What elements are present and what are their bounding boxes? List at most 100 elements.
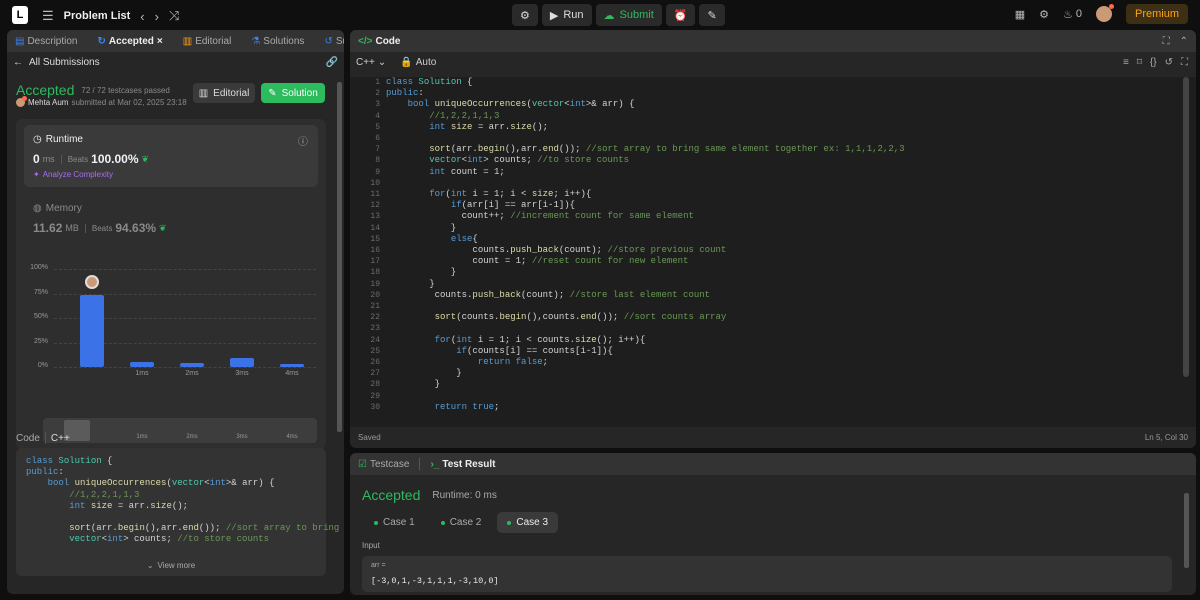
bar[interactable] (280, 364, 304, 367)
chart-range-selector[interactable]: 1ms 2ms 3ms 4ms (43, 418, 317, 443)
left-scrollbar[interactable] (337, 82, 342, 432)
code-line[interactable]: return true; (386, 402, 905, 413)
code-line[interactable]: return false; (386, 357, 905, 368)
debug-button[interactable]: ⚙ (512, 4, 538, 26)
code-line[interactable]: if(counts[i] == counts[i-1]){ (386, 346, 905, 357)
link-icon[interactable]: 🔗 (326, 57, 338, 68)
code-line[interactable]: else{ (386, 234, 905, 245)
language-select[interactable]: C++ ⌄ (356, 57, 386, 68)
tab-test-result[interactable]: ›_ Test Result (430, 459, 495, 470)
code-line[interactable]: vector<int> counts; //to store counts (386, 155, 905, 166)
collapse-icon[interactable]: ⌃ (1180, 36, 1188, 47)
bar[interactable] (180, 363, 204, 367)
terminal-icon: ›_ (430, 458, 440, 470)
auto-mode[interactable]: 🔒 Auto (400, 57, 436, 68)
prev-problem-icon[interactable]: ‹ (140, 9, 144, 24)
next-problem-icon[interactable]: › (155, 9, 159, 24)
code-line[interactable] (386, 133, 905, 144)
case-3-tab[interactable]: Case 3 (497, 512, 559, 533)
result-status: Accepted Runtime: 0 ms (362, 487, 497, 503)
maximize-icon[interactable]: ⛶ (1163, 36, 1170, 47)
result-scrollbar[interactable] (1184, 493, 1189, 568)
editor-status: Saved Ln 5, Col 30 (358, 433, 1188, 442)
braces-icon[interactable]: {} (1150, 57, 1157, 68)
tab-solutions[interactable]: ⚗ Solutions (251, 36, 304, 47)
code-line[interactable]: sort(counts.begin(),counts.end()); //sor… (386, 312, 905, 323)
code-line[interactable]: } (386, 267, 905, 278)
bar[interactable] (130, 362, 154, 367)
code-line[interactable]: } (386, 279, 905, 290)
code-line[interactable]: if(arr[i] == arr[i-1]){ (386, 200, 905, 211)
streak-counter[interactable]: ♨ 0 (1063, 8, 1082, 21)
code-line[interactable]: class Solution { (386, 77, 905, 88)
code-area[interactable]: 1 2 3 4 5 6 7 8 9 10 11 12 13 14 15 16 17 18 19 20 21 22 23 24 2… (350, 77, 1196, 427)
top-bar: L ☰ Problem List ‹ › ⤨ ⚙ ▶ Run ☁ Submit ⏰ … (0, 0, 1200, 30)
view-more-button[interactable]: ⌄ View more (16, 561, 326, 570)
code-line[interactable] (386, 178, 905, 189)
tab-accepted[interactable]: ↻ Accepted × (97, 36, 162, 47)
analyze-complexity-link[interactable]: ✦ Analyze Complexity (33, 170, 113, 179)
code-line[interactable] (386, 391, 905, 402)
code-line[interactable]: counts.push_back(count); //store previou… (386, 245, 905, 256)
code-line[interactable]: counts.push_back(count); //store last el… (386, 290, 905, 301)
tab-editorial[interactable]: ▥ Editorial (183, 36, 232, 47)
close-icon[interactable]: × (157, 36, 163, 47)
username[interactable]: Mehta Aum (28, 98, 68, 107)
x-tick-label: 4ms (285, 370, 299, 377)
code-line[interactable]: for(int i = 1; i < counts.size(); i++){ (386, 335, 905, 346)
editor-actions: ≡ ⌑ {} ↺ ⛶ (1123, 57, 1188, 68)
solution-button[interactable]: ✎ Solution (261, 83, 325, 103)
editor-scrollbar[interactable] (1183, 77, 1189, 377)
run-button[interactable]: ▶ Run (541, 4, 592, 26)
bookmark-icon[interactable]: ⌑ (1137, 57, 1142, 68)
tab-code[interactable]: </> Code (358, 36, 400, 47)
case-1-tab[interactable]: Case 1 (364, 512, 425, 533)
fullscreen-icon[interactable]: ⛶ (1181, 57, 1188, 68)
tab-submissions[interactable]: ↺Submissions (324, 36, 344, 47)
code-line[interactable]: } (386, 223, 905, 234)
premium-button[interactable]: Premium (1125, 4, 1188, 24)
leetcode-logo[interactable]: L (12, 6, 28, 24)
reset-icon[interactable]: ↺ (1165, 57, 1173, 68)
memory-value: 11.62 MB Beats 94.63% ❦ (33, 221, 167, 235)
code-line[interactable] (386, 323, 905, 334)
code-line[interactable]: bool uniqueOccurrences(vector<int>& arr)… (386, 99, 905, 110)
alarm-icon: ⏰ (673, 9, 688, 22)
stats-card: ◷ Runtime ⓘ 0 ms Beats 100.00% ❦ ✦ Analyze… (16, 119, 326, 449)
tab-description[interactable]: ▤ Description (15, 36, 77, 47)
code-line[interactable]: count = 1; //reset count for new element (386, 256, 905, 267)
code-line[interactable]: } (386, 379, 905, 390)
case-2-tab[interactable]: Case 2 (431, 512, 492, 533)
line-number: 3 (375, 100, 380, 110)
code-line[interactable] (386, 301, 905, 312)
code-line[interactable]: int count = 1; (386, 167, 905, 178)
editorial-button[interactable]: ▥ Editorial (193, 83, 255, 103)
problem-list-icon[interactable]: ☰ (42, 8, 54, 24)
code-line[interactable]: } (386, 368, 905, 379)
runtime-distribution-chart[interactable]: 100% 75% 50% 25% 0% 1ms 2ms 3ms 4ms (16, 259, 326, 419)
submit-button[interactable]: ☁ Submit (595, 4, 662, 26)
line-number: 2 (375, 89, 380, 99)
settings-icon[interactable]: ⚙ (1039, 8, 1049, 21)
code-line[interactable]: for(int i = 1; i < size; i++){ (386, 189, 905, 200)
bar[interactable] (230, 358, 254, 367)
tab-testcase[interactable]: ☑ Testcase (358, 459, 409, 470)
history-icon: ↻ (97, 35, 106, 47)
runtime-card[interactable]: ◷ Runtime ⓘ 0 ms Beats 100.00% ❦ ✦ Analyze… (24, 125, 318, 187)
code-line[interactable]: //1,2,2,1,1,3 (386, 111, 905, 122)
code-line[interactable]: int size = arr.size(); (386, 122, 905, 133)
all-submissions-link[interactable]: ← All Submissions 🔗 (13, 57, 338, 68)
memory-label[interactable]: ◍ Memory (33, 203, 82, 214)
shuffle-icon[interactable]: ⤨ (169, 8, 179, 24)
code-line[interactable]: public: (386, 88, 905, 99)
info-icon[interactable]: ⓘ (298, 133, 308, 148)
code-line[interactable]: count++; //increment count for same elem… (386, 211, 905, 222)
layout-icon[interactable]: ▦ (1015, 8, 1025, 21)
bar[interactable] (80, 295, 104, 367)
problem-list-link[interactable]: Problem List (64, 10, 131, 22)
notes-button[interactable]: ✎ (699, 4, 725, 26)
avatar[interactable] (1095, 4, 1114, 22)
format-icon[interactable]: ≡ (1123, 57, 1129, 68)
timer-button[interactable]: ⏰ (665, 4, 696, 26)
code-line[interactable]: sort(arr.begin(),arr.end()); //sort arra… (386, 144, 904, 155)
